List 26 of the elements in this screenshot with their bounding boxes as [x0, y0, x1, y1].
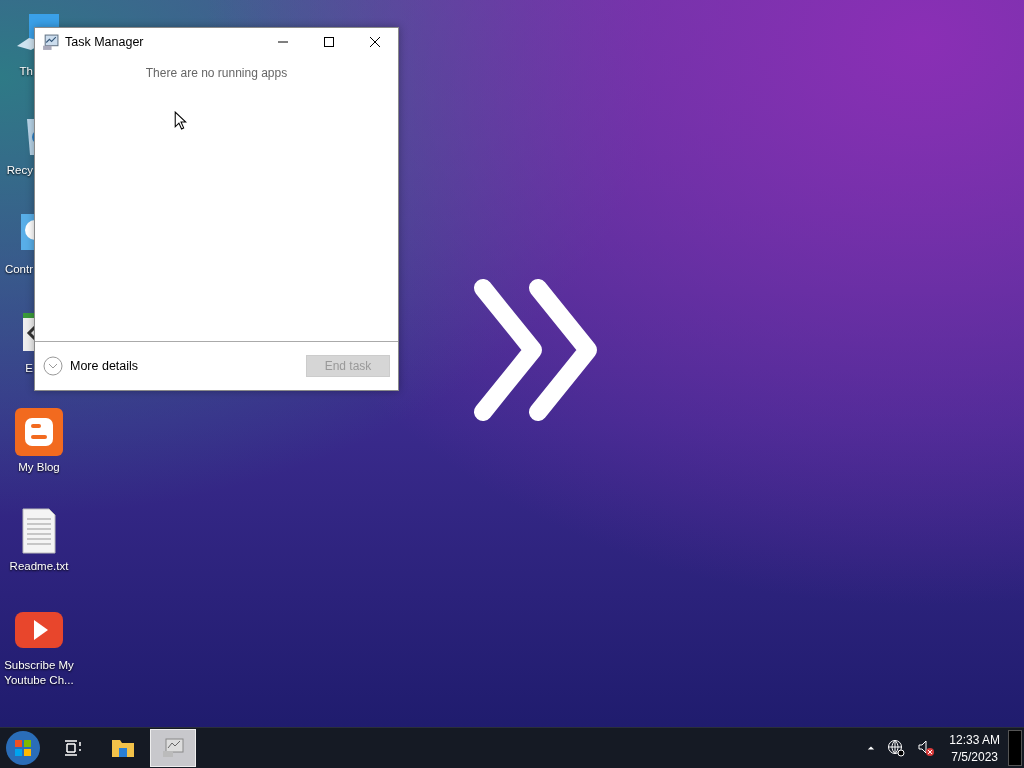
close-icon	[369, 36, 381, 48]
folder-icon	[111, 738, 135, 758]
desktop-icon-label[interactable]: Recy	[6, 163, 33, 178]
maximize-icon	[323, 36, 335, 48]
mouse-cursor-icon	[174, 111, 187, 130]
desktop-icon-label[interactable]: Readme.txt	[9, 559, 69, 574]
blog-icon[interactable]	[15, 408, 63, 456]
more-details-button[interactable]: More details	[43, 356, 139, 376]
desktop-icon-label[interactable]: Contr	[4, 262, 33, 277]
windows-logo-icon	[5, 730, 41, 766]
monitor-chart-icon	[42, 33, 59, 51]
desktop-icon-label[interactable]: Th	[19, 64, 33, 79]
window-title: Task Manager	[65, 35, 145, 49]
show-desktop-button[interactable]	[1008, 730, 1022, 766]
monitor-chart-icon	[161, 737, 185, 759]
caret-up-icon[interactable]	[867, 744, 876, 752]
task-view-icon	[63, 738, 83, 758]
empty-message: There are no running apps	[145, 66, 288, 80]
clock-date[interactable]: 7/5/2023	[951, 749, 998, 764]
desktop-icon-label[interactable]: My Blog	[18, 460, 60, 475]
clock-time[interactable]: 12:33 AM	[949, 732, 1000, 747]
desktop-icon-label[interactable]: Subscribe My Youtube Ch...	[0, 658, 78, 688]
chevron-down-icon	[43, 356, 63, 376]
desktop-icon-label[interactable]: E	[25, 361, 33, 376]
muted-speaker-icon[interactable]	[917, 739, 936, 757]
globe-icon[interactable]	[887, 739, 906, 757]
